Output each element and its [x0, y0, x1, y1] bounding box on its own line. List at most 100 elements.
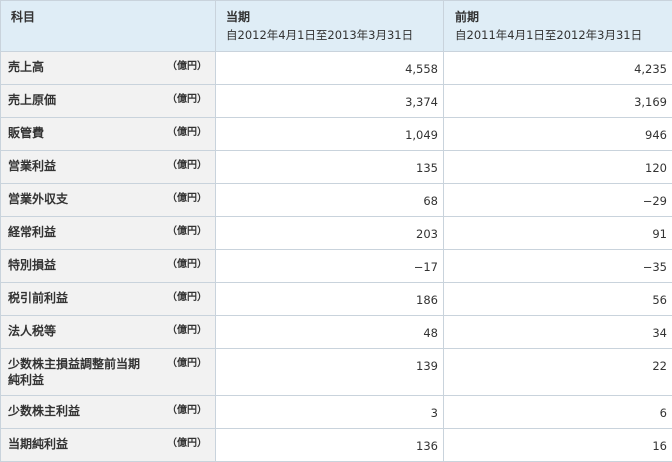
row-unit: （億円） — [167, 358, 207, 369]
table-row: 少数株主利益 （億円） 3 6 — [0, 395, 672, 429]
row-unit: （億円） — [167, 94, 207, 105]
previous-value-cell: 3,169 — [443, 84, 672, 118]
previous-value-cell: 22 — [443, 348, 672, 396]
previous-value: 3,169 — [634, 95, 667, 109]
table-row: 当期純利益 （億円） 136 16 — [0, 428, 672, 462]
table-header-row: 科目 当期 自2012年4月1日至2013年3月31日 前期 自2011年4月1… — [0, 0, 672, 52]
current-value: 48 — [423, 326, 438, 340]
current-value-cell: 186 — [215, 282, 444, 316]
previous-value: 22 — [652, 359, 667, 373]
row-unit: （億円） — [167, 438, 207, 449]
previous-value-cell: 4,235 — [443, 51, 672, 85]
previous-value-cell: 56 — [443, 282, 672, 316]
table-row: 売上高 （億円） 4,558 4,235 — [0, 51, 672, 85]
current-value: 135 — [416, 161, 438, 175]
row-label-cell: 当期純利益 （億円） — [0, 428, 216, 462]
previous-value: 6 — [659, 406, 667, 420]
current-value: 3,374 — [405, 95, 438, 109]
previous-value: −35 — [642, 260, 667, 274]
row-name: 販管費 — [8, 126, 45, 140]
row-label-cell: 営業外収支 （億円） — [0, 183, 216, 217]
current-value: 203 — [416, 227, 438, 241]
table-row: 営業外収支 （億円） 68 −29 — [0, 183, 672, 217]
previous-value: 16 — [652, 439, 667, 453]
header-item-label: 科目 — [11, 10, 36, 24]
row-label-cell: 少数株主利益 （億円） — [0, 395, 216, 429]
row-label-cell: 特別損益 （億円） — [0, 249, 216, 283]
header-current-period: 当期 自2012年4月1日至2013年3月31日 — [215, 0, 444, 52]
row-name: 法人税等 — [8, 324, 57, 338]
current-value-cell: 203 — [215, 216, 444, 250]
previous-value-cell: 91 — [443, 216, 672, 250]
table-row: 法人税等 （億円） 48 34 — [0, 315, 672, 349]
current-value: 4,558 — [405, 62, 438, 76]
row-name: 税引前利益 — [8, 291, 69, 305]
current-value-cell: 135 — [215, 150, 444, 184]
previous-value-cell: 946 — [443, 117, 672, 151]
row-unit: （億円） — [167, 292, 207, 303]
row-unit: （億円） — [167, 160, 207, 171]
row-name: 営業利益 — [8, 159, 57, 173]
row-name: 売上高 — [8, 60, 45, 74]
table-row: 販管費 （億円） 1,049 946 — [0, 117, 672, 151]
previous-value: 91 — [652, 227, 667, 241]
current-value: 136 — [416, 439, 438, 453]
table-row: 少数株主損益調整前当期純利益 （億円） 139 22 — [0, 348, 672, 396]
row-label-cell: 経常利益 （億円） — [0, 216, 216, 250]
table-row: 経常利益 （億円） 203 91 — [0, 216, 672, 250]
current-value-cell: 1,049 — [215, 117, 444, 151]
current-value-cell: −17 — [215, 249, 444, 283]
header-previous-title: 前期 — [455, 10, 480, 24]
current-value: −17 — [413, 260, 438, 274]
current-value-cell: 3 — [215, 395, 444, 429]
table-row: 特別損益 （億円） −17 −35 — [0, 249, 672, 283]
row-label-cell: 税引前利益 （億円） — [0, 282, 216, 316]
row-unit: （億円） — [167, 193, 207, 204]
row-unit: （億円） — [167, 325, 207, 336]
row-unit: （億円） — [167, 405, 207, 416]
previous-value: 56 — [652, 293, 667, 307]
row-name: 営業外収支 — [8, 192, 69, 206]
row-label-cell: 販管費 （億円） — [0, 117, 216, 151]
current-value-cell: 4,558 — [215, 51, 444, 85]
row-unit: （億円） — [167, 127, 207, 138]
current-value-cell: 48 — [215, 315, 444, 349]
header-previous-range: 自2011年4月1日至2012年3月31日 — [455, 28, 643, 42]
previous-value-cell: 16 — [443, 428, 672, 462]
previous-value-cell: 6 — [443, 395, 672, 429]
current-value-cell: 136 — [215, 428, 444, 462]
income-statement-table: 科目 当期 自2012年4月1日至2013年3月31日 前期 自2011年4月1… — [0, 0, 672, 462]
header-item: 科目 — [0, 0, 216, 52]
current-value: 68 — [423, 194, 438, 208]
row-label-cell: 法人税等 （億円） — [0, 315, 216, 349]
row-unit: （億円） — [167, 61, 207, 72]
previous-value: 946 — [645, 128, 667, 142]
table-row: 営業利益 （億円） 135 120 — [0, 150, 672, 184]
row-name: 少数株主利益 — [8, 404, 81, 418]
previous-value: −29 — [642, 194, 667, 208]
previous-value-cell: −35 — [443, 249, 672, 283]
previous-value-cell: −29 — [443, 183, 672, 217]
row-unit: （億円） — [167, 259, 207, 270]
current-value-cell: 139 — [215, 348, 444, 396]
row-label-cell: 少数株主損益調整前当期純利益 （億円） — [0, 348, 216, 396]
current-value: 3 — [430, 406, 438, 420]
previous-value-cell: 34 — [443, 315, 672, 349]
row-label-cell: 売上高 （億円） — [0, 51, 216, 85]
header-current-title: 当期 — [226, 10, 251, 24]
row-name: 売上原価 — [8, 93, 57, 107]
row-unit: （億円） — [167, 226, 207, 237]
previous-value: 120 — [645, 161, 667, 175]
previous-value: 34 — [652, 326, 667, 340]
current-value-cell: 68 — [215, 183, 444, 217]
row-label-cell: 営業利益 （億円） — [0, 150, 216, 184]
current-value-cell: 3,374 — [215, 84, 444, 118]
table-row: 税引前利益 （億円） 186 56 — [0, 282, 672, 316]
previous-value: 4,235 — [634, 62, 667, 76]
header-previous-period: 前期 自2011年4月1日至2012年3月31日 — [443, 0, 672, 52]
current-value: 139 — [416, 359, 438, 373]
header-current-range: 自2012年4月1日至2013年3月31日 — [226, 28, 414, 42]
current-value: 186 — [416, 293, 438, 307]
row-name: 特別損益 — [8, 258, 57, 272]
current-value: 1,049 — [405, 128, 438, 142]
